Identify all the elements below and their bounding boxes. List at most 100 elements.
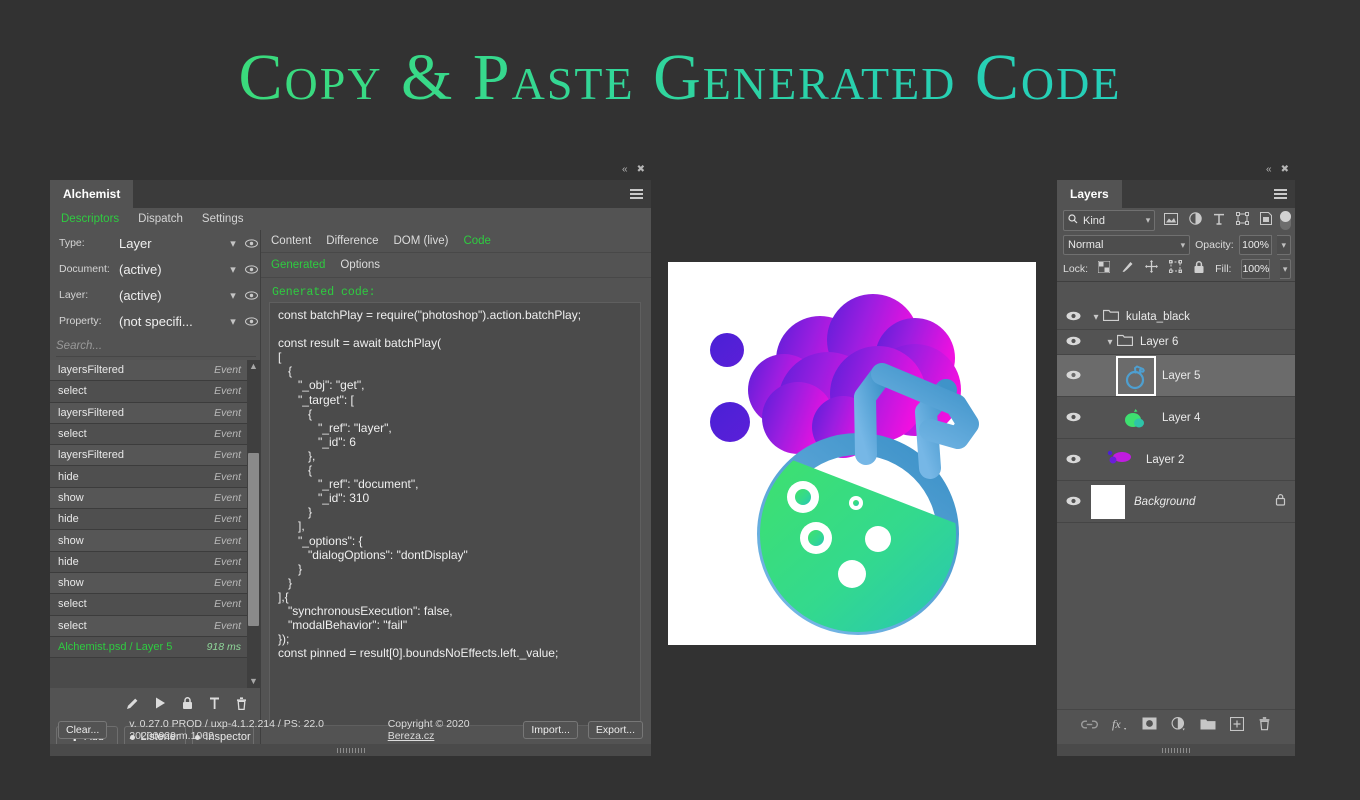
import-button[interactable]: Import... bbox=[523, 721, 578, 739]
property-value-layer[interactable]: (active) bbox=[119, 288, 224, 303]
tab-code[interactable]: Code bbox=[463, 235, 491, 247]
chevron-down-icon[interactable]: ▾ bbox=[224, 315, 242, 328]
layer-thumbnail[interactable] bbox=[1116, 355, 1156, 396]
eye-icon[interactable] bbox=[1057, 409, 1089, 427]
list-item[interactable]: hide Event bbox=[50, 551, 247, 573]
fill-chevron-down-icon[interactable]: ▾ bbox=[1280, 259, 1291, 279]
eye-icon[interactable] bbox=[242, 290, 260, 300]
layer-row-background[interactable]: Background bbox=[1057, 481, 1295, 523]
opacity-value[interactable]: 100% bbox=[1238, 235, 1273, 255]
scrollbar-thumb[interactable] bbox=[248, 453, 259, 626]
export-button[interactable]: Export... bbox=[587, 721, 643, 739]
list-item[interactable]: layersFiltered Event bbox=[50, 360, 247, 382]
menu-item-settings[interactable]: Settings bbox=[202, 213, 244, 225]
adjustment-layer-icon[interactable] bbox=[1171, 716, 1186, 736]
list-item[interactable]: layersFiltered Event bbox=[50, 402, 247, 424]
layer-thumbnail[interactable] bbox=[1119, 401, 1153, 435]
layers-list[interactable]: ▾ kulata_black ▾ Layer 6 Layer 5 Layer 4… bbox=[1057, 305, 1295, 704]
link-layers-icon[interactable] bbox=[1081, 717, 1098, 735]
disclosure-chevron-icon[interactable]: ▾ bbox=[1089, 312, 1103, 323]
layer-row-selected[interactable]: Layer 5 bbox=[1057, 355, 1295, 397]
resize-grip[interactable] bbox=[50, 744, 651, 756]
hamburger-menu-icon[interactable] bbox=[1274, 189, 1287, 199]
layer-thumbnail[interactable] bbox=[1091, 484, 1125, 519]
lock-transparent-pixels-icon[interactable] bbox=[1097, 260, 1111, 278]
eye-icon[interactable] bbox=[1057, 493, 1089, 511]
list-item[interactable]: show Event bbox=[50, 572, 247, 595]
tab-content[interactable]: Content bbox=[271, 235, 311, 247]
scroll-up-arrow-icon[interactable]: ▲ bbox=[247, 360, 260, 373]
close-icon[interactable]: ✖ bbox=[637, 164, 645, 176]
chevron-down-icon[interactable]: ▾ bbox=[224, 263, 242, 276]
kind-filter-select[interactable]: Kind ▾ bbox=[1063, 210, 1156, 231]
list-item[interactable]: show Event bbox=[50, 487, 247, 510]
list-item[interactable]: select Event bbox=[50, 594, 247, 616]
layer-style-fx-icon[interactable]: fx bbox=[1112, 717, 1128, 736]
list-item-selected[interactable]: Alchemist.psd / Layer 5 918 ms bbox=[50, 636, 247, 659]
double-chevron-left-icon[interactable]: « bbox=[1266, 164, 1272, 176]
opacity-chevron-down-icon[interactable]: ▾ bbox=[1277, 235, 1291, 255]
subtab-options[interactable]: Options bbox=[340, 259, 380, 271]
chevron-down-icon[interactable]: ▾ bbox=[224, 237, 242, 250]
eye-icon[interactable] bbox=[1057, 333, 1089, 351]
resize-grip[interactable] bbox=[1057, 744, 1295, 756]
menu-item-dispatch[interactable]: Dispatch bbox=[138, 213, 183, 225]
menu-item-descriptors[interactable]: Descriptors bbox=[61, 213, 119, 225]
copyright-link[interactable]: Bereza.cz bbox=[388, 730, 435, 742]
chevron-down-icon[interactable]: ▾ bbox=[224, 289, 242, 302]
trash-icon[interactable] bbox=[235, 696, 248, 711]
eye-icon[interactable] bbox=[1057, 367, 1089, 385]
eye-icon[interactable] bbox=[242, 264, 260, 274]
close-icon[interactable]: ✖ bbox=[1281, 164, 1289, 176]
generated-code-area[interactable]: const batchPlay = require("photoshop").a… bbox=[269, 302, 641, 726]
eye-icon[interactable] bbox=[242, 316, 260, 326]
tab-difference[interactable]: Difference bbox=[326, 235, 378, 247]
lock-icon[interactable] bbox=[1275, 493, 1286, 511]
layer-thumbnail[interactable] bbox=[1103, 443, 1137, 477]
eye-icon[interactable] bbox=[1057, 451, 1089, 469]
eye-icon[interactable] bbox=[1057, 308, 1089, 326]
pencil-icon[interactable] bbox=[125, 696, 140, 711]
layer-row[interactable]: Layer 4 bbox=[1057, 397, 1295, 439]
list-item[interactable]: hide Event bbox=[50, 466, 247, 488]
tab-alchemist[interactable]: Alchemist bbox=[50, 180, 134, 208]
tab-layers[interactable]: Layers bbox=[1057, 180, 1122, 208]
event-list-scrollbar[interactable]: ▲ ▼ bbox=[247, 360, 260, 688]
list-item[interactable]: select Event bbox=[50, 615, 247, 637]
disclosure-chevron-icon[interactable]: ▾ bbox=[1103, 337, 1117, 348]
list-item[interactable]: layersFiltered Event bbox=[50, 445, 247, 467]
eye-icon[interactable] bbox=[242, 238, 260, 248]
new-group-icon[interactable] bbox=[1200, 717, 1216, 735]
layer-mask-icon[interactable] bbox=[1142, 717, 1157, 735]
list-item[interactable]: select Event bbox=[50, 423, 247, 446]
list-item[interactable]: select Event bbox=[50, 381, 247, 403]
lock-all-icon[interactable] bbox=[1193, 260, 1205, 279]
lock-image-pixels-icon[interactable] bbox=[1121, 260, 1134, 278]
type-filter-icon[interactable] bbox=[1213, 212, 1225, 230]
tab-dom-live[interactable]: DOM (live) bbox=[394, 235, 449, 247]
search-input[interactable]: Search... bbox=[56, 336, 256, 357]
lock-artboard-icon[interactable] bbox=[1169, 260, 1183, 278]
smartobject-filter-icon[interactable] bbox=[1260, 211, 1273, 230]
hamburger-menu-icon[interactable] bbox=[630, 189, 643, 199]
fill-value[interactable]: 100% bbox=[1241, 259, 1271, 279]
layer-row[interactable]: Layer 2 bbox=[1057, 439, 1295, 481]
layer-row-group[interactable]: ▾ kulata_black bbox=[1057, 305, 1295, 330]
play-icon[interactable] bbox=[154, 696, 167, 710]
property-value-type[interactable]: Layer bbox=[119, 236, 224, 251]
adjustment-filter-icon[interactable] bbox=[1189, 211, 1202, 230]
lock-icon[interactable] bbox=[181, 696, 194, 711]
scroll-down-arrow-icon[interactable]: ▼ bbox=[247, 675, 260, 688]
image-filter-icon[interactable] bbox=[1164, 212, 1179, 230]
filter-enable-toggle[interactable] bbox=[1280, 211, 1291, 230]
pin-icon[interactable] bbox=[208, 696, 221, 711]
shape-filter-icon[interactable] bbox=[1236, 211, 1250, 230]
layer-row-group[interactable]: ▾ Layer 6 bbox=[1057, 330, 1295, 355]
property-value-property[interactable]: (not specifi... bbox=[119, 314, 224, 329]
new-layer-icon[interactable] bbox=[1229, 716, 1245, 736]
clear-button[interactable]: Clear... bbox=[58, 721, 108, 739]
property-value-document[interactable]: (active) bbox=[119, 262, 224, 277]
double-chevron-left-icon[interactable]: « bbox=[622, 164, 628, 176]
list-item[interactable]: hide Event bbox=[50, 509, 247, 531]
delete-layer-icon[interactable] bbox=[1258, 716, 1271, 736]
